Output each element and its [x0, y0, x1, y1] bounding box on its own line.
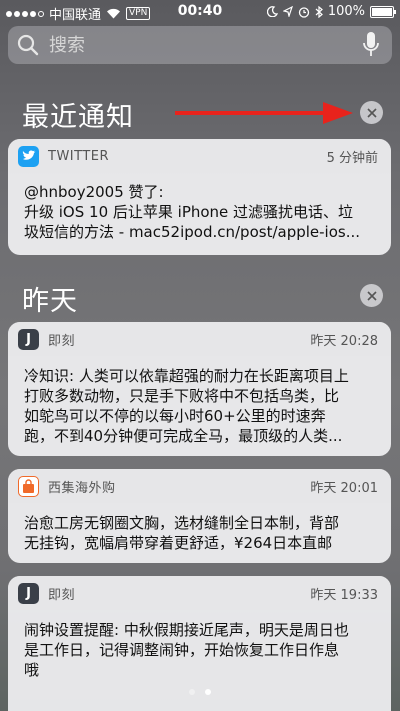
notification-line: 闹钟设置提醒: 中秋假期接近尾声，明天是周日也 — [24, 621, 349, 639]
page-dot — [189, 689, 195, 695]
notification-line: 打败多数动物，只是手下败将中不包括鸟类，比 — [24, 387, 340, 405]
status-bar: 中国联通 VPN 00:40 100% — [0, 0, 400, 24]
notification-line: 哦 — [24, 661, 40, 679]
notification-body: 冷知识: 人类可以依靠超强的耐力在长距离项目上 打败多数动物，只是手下败将中不包… — [8, 356, 391, 456]
notification-line: 无挂钩，宽幅肩带穿着更舒适，¥264日本直邮 — [24, 534, 333, 552]
shopping-bag-icon — [18, 475, 39, 497]
app-name: 即刻 — [48, 333, 76, 349]
notification-line: 治愈工房无钢圈文胸，选材缝制全日本制，背部 — [24, 514, 340, 532]
notification-twitter[interactable]: TWITTER 5 分钟前 @hnboy2005 赞了: 升级 iOS 10 后… — [8, 139, 391, 255]
close-icon — [366, 107, 377, 118]
clear-recent-button[interactable] — [360, 101, 383, 124]
location-icon — [282, 6, 293, 17]
notification-time: 5 分钟前 — [326, 150, 378, 166]
notification-line: 圾短信的方法 - mac52ipod.cn/post/apple-ios... — [24, 223, 361, 241]
app-name: 即刻 — [48, 587, 76, 603]
clear-yesterday-button[interactable] — [360, 284, 383, 307]
twitter-icon — [18, 145, 39, 167]
notification-time: 昨天 20:01 — [310, 480, 378, 496]
notification-xiji[interactable]: 西集海外购 昨天 20:01 治愈工房无钢圈文胸，选材缝制全日本制，背部 无挂钩… — [8, 469, 391, 563]
battery-icon — [370, 5, 396, 18]
notification-line: @hnboy2005 赞了: — [24, 183, 164, 201]
notification-body: 治愈工房无钢圈文胸，选材缝制全日本制，背部 无挂钩，宽幅肩带穿着更舒适，¥264… — [8, 503, 391, 563]
section-title-yesterday: 昨天 — [22, 286, 78, 317]
notification-header: TWITTER 5 分钟前 — [8, 139, 391, 173]
microphone-icon[interactable] — [362, 31, 380, 59]
section-title-recent: 最近通知 — [22, 102, 134, 133]
search-bar[interactable] — [8, 26, 392, 64]
jike-app-icon: J — [18, 328, 39, 350]
notification-line: 跑，不到40分钟便可完成全马，最顶级的人类... — [24, 427, 343, 445]
notification-header: J 即刻 昨天 20:28 — [8, 322, 391, 356]
moon-icon — [266, 6, 278, 17]
app-name: TWITTER — [48, 148, 110, 164]
notification-header: 西集海外购 昨天 20:01 — [8, 469, 391, 503]
notification-line: 升级 iOS 10 后让苹果 iPhone 过滤骚扰电话、垃 — [24, 203, 354, 221]
notification-line: 是工作日，记得调整闹钟，开始恢复工作日作息 — [24, 641, 340, 659]
page-indicator[interactable] — [0, 689, 400, 695]
search-icon — [17, 34, 39, 56]
notification-time: 昨天 19:33 — [310, 587, 378, 603]
search-input[interactable] — [47, 33, 362, 57]
notification-body: @hnboy2005 赞了: 升级 iOS 10 后让苹果 iPhone 过滤骚… — [8, 173, 391, 252]
page-dot-active — [205, 689, 211, 695]
alarm-icon — [298, 6, 309, 18]
battery-percent: 100% — [327, 4, 365, 19]
jike-app-icon: J — [18, 582, 39, 604]
notification-line: 如鸵鸟可以不停的以每小时60+公里的时速奔 — [24, 407, 326, 425]
notification-jike[interactable]: J 即刻 昨天 20:28 冷知识: 人类可以依靠超强的耐力在长距离项目上 打败… — [8, 322, 391, 456]
bluetooth-icon — [315, 5, 323, 18]
notification-body: 闹钟设置提醒: 中秋假期接近尾声，明天是周日也 是工作日，记得调整闹钟，开始恢复… — [8, 610, 391, 690]
notification-line: 冷知识: 人类可以依靠超强的耐力在长距离项目上 — [24, 367, 349, 385]
red-arrow-annotation — [175, 102, 353, 124]
notification-time: 昨天 20:28 — [310, 333, 378, 349]
close-icon — [366, 290, 377, 301]
notification-header: J 即刻 昨天 19:33 — [8, 576, 391, 610]
app-name: 西集海外购 — [48, 480, 116, 496]
